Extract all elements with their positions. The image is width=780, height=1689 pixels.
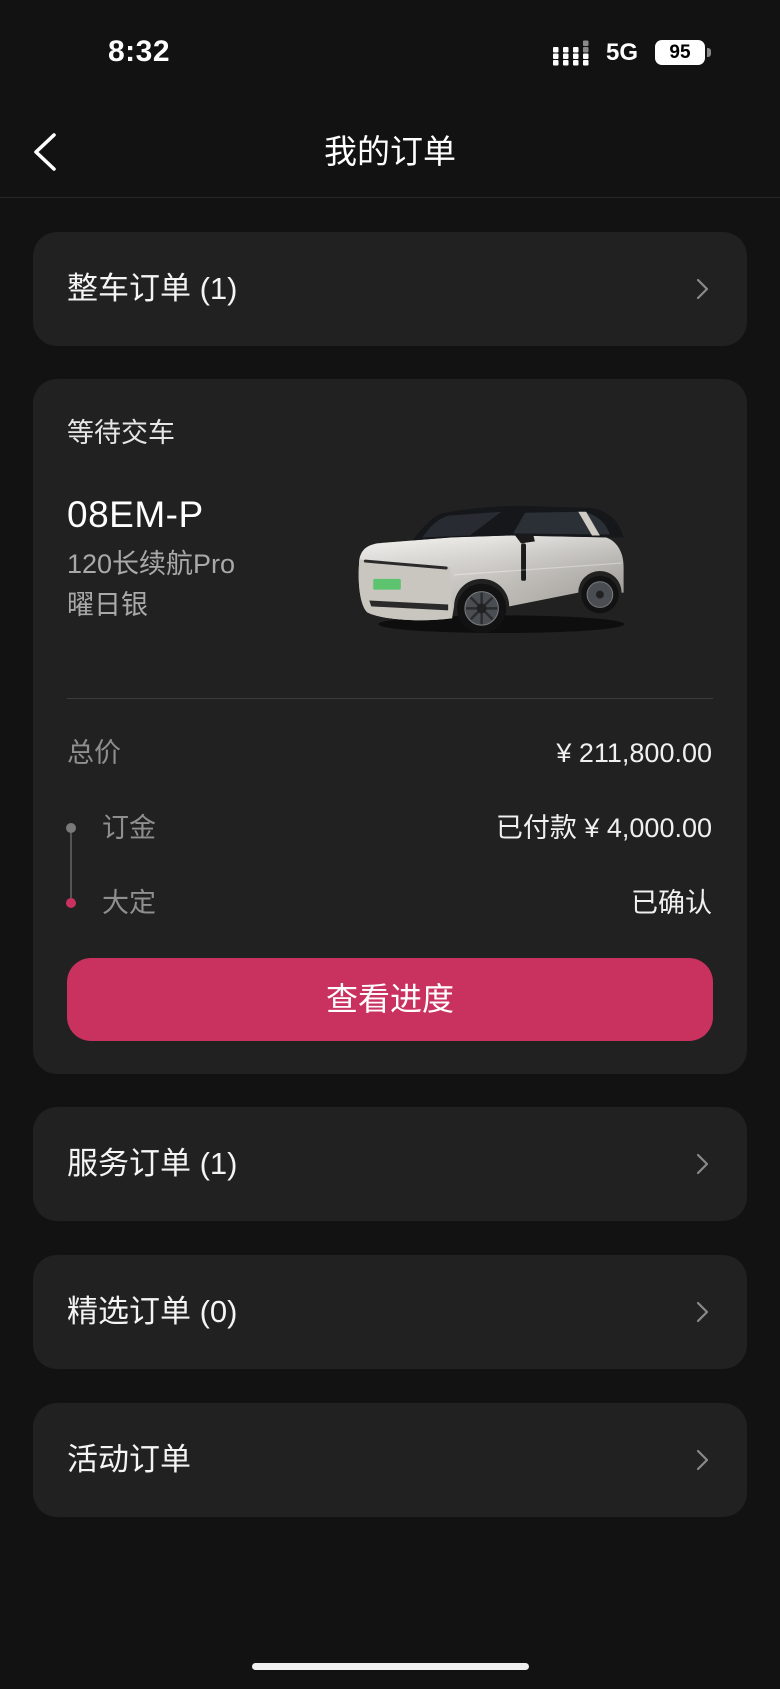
vehicle-order-card: 等待交车 08EM-P 120长续航Pro 曜日银 总价 ¥ 211,800.0… [33,379,747,1074]
chevron-right-icon [696,1301,709,1323]
status-time: 8:32 [108,35,171,68]
step-value: 已确认 [631,888,712,918]
payment-step-deposit: 订金 已付款 ¥ 4,000.00 [66,811,713,845]
step-label: 订金 [102,813,156,843]
battery-nub [707,48,711,57]
service-orders-label: 服务订单 (1) [67,1146,238,1181]
order-status: 等待交车 [67,418,175,448]
activity-orders-label: 活动订单 [67,1442,191,1477]
vehicle-orders-label: 整车订单 (1) [67,271,238,306]
chevron-right-icon [696,278,709,300]
selected-orders-label: 精选订单 (0) [67,1294,238,1329]
car-model: 08EM-P [67,494,204,535]
step-dot [66,823,76,833]
home-indicator[interactable] [252,1663,529,1670]
view-progress-button[interactable]: 查看进度 [67,958,713,1041]
total-price-value: ¥ 211,800.00 [556,738,712,768]
service-orders-row[interactable]: 服务订单 (1) [33,1107,747,1221]
selected-orders-row[interactable]: 精选订单 (0) [33,1255,747,1369]
battery-icon: 95 [655,40,705,65]
signal-icon [553,40,589,66]
payment-step-final: 大定 已确认 [66,886,713,920]
total-price-row: 总价 ¥ 211,800.00 [67,736,713,770]
network-type: 5G [606,39,639,66]
my-orders-screen: 8:32 5G 95 我的订单 整车订单 (1) 等待交车 08EM-P 120… [0,0,780,1689]
card-divider [67,698,713,699]
page-title: 我的订单 [324,133,456,170]
header-divider [0,197,780,198]
vehicle-orders-row[interactable]: 整车订单 (1) [33,232,747,346]
step-value: 已付款 ¥ 4,000.00 [495,813,712,843]
chevron-right-icon [696,1153,709,1175]
car-image [358,505,625,634]
total-price-label: 总价 [67,738,121,768]
car-trim: 120长续航Pro [67,549,236,579]
chevron-right-icon [696,1449,709,1471]
step-dot-current [66,898,76,908]
activity-orders-row[interactable]: 活动订单 [33,1403,747,1517]
car-color: 曜日银 [67,590,148,620]
step-label: 大定 [102,888,156,918]
